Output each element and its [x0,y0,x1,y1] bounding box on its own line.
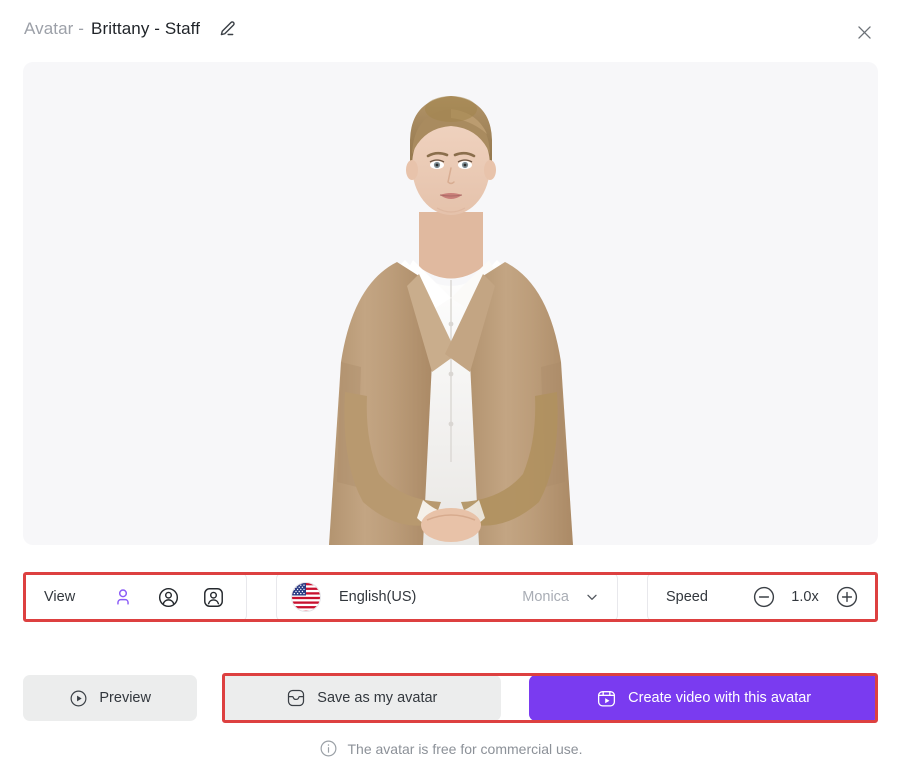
speed-stepper: 1.0x [751,585,859,610]
footer-note-text: The avatar is free for commercial use. [347,740,583,757]
video-frame-icon [596,688,617,709]
preview-button[interactable]: Preview [23,675,198,721]
plus-circle-icon[interactable] [834,585,859,610]
language-control[interactable]: English(US) Monica [276,572,618,622]
speed-value: 1.0x [791,589,819,605]
page-title-prefix: Avatar - [24,19,85,38]
preview-button-label: Preview [99,690,151,706]
view-label: View [44,589,76,605]
footer-note: The avatar is free for commercial use. [0,739,901,758]
actions-bar: Preview Save as my avatar Create video w… [23,675,878,721]
avatar-image [301,62,601,545]
close-icon[interactable] [849,17,879,47]
controls-bar: View English(US) Monica Speed 1.0x [23,572,878,622]
person-circle-icon[interactable] [155,584,181,610]
inbox-icon [286,688,306,708]
create-video-button[interactable]: Create video with this avatar [529,675,878,721]
view-control: View [23,572,247,622]
speed-label: Speed [666,589,708,605]
view-options [110,584,226,610]
save-as-my-avatar-button[interactable]: Save as my avatar [222,675,502,721]
avatar-preview-panel [23,62,878,545]
avatar-modal: Avatar - Brittany - Staff View English(U… [0,0,901,765]
page-title: Brittany - Staff [91,19,201,38]
language-name: English(US) [339,589,417,605]
us-flag-icon [291,582,321,612]
speed-control: Speed 1.0x [647,572,878,622]
pencil-icon[interactable] [216,18,238,40]
save-button-label: Save as my avatar [317,690,438,706]
person-square-icon[interactable] [200,584,226,610]
play-circle-icon [69,689,88,708]
voice-name: Monica [522,589,569,605]
chevron-down-icon[interactable] [583,588,601,606]
modal-header: Avatar - Brittany - Staff [0,0,901,58]
minus-circle-icon[interactable] [751,585,776,610]
create-button-label: Create video with this avatar [628,690,812,706]
info-circle-icon [319,739,338,758]
person-plain-icon[interactable] [110,584,136,610]
